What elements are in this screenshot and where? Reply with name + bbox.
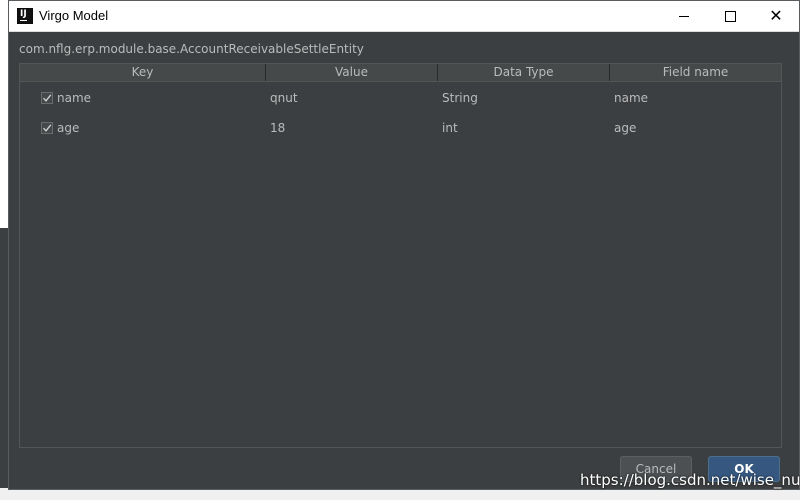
row-checkbox[interactable]: [41, 92, 53, 104]
column-header-field-name[interactable]: Field name: [610, 64, 781, 81]
table-row[interactable]: age 18 int age: [20, 113, 781, 143]
column-header-key[interactable]: Key: [20, 64, 266, 81]
intellij-app-icon: [17, 8, 33, 24]
minimize-button[interactable]: [661, 1, 707, 31]
minimize-icon: [679, 15, 689, 17]
class-path-label: com.nflg.erp.module.base.AccountReceivab…: [19, 42, 364, 56]
key-text: name: [57, 91, 92, 105]
data-type-cell[interactable]: int: [438, 121, 610, 135]
table-row[interactable]: name qnut String name: [20, 83, 781, 113]
dialog-window: Virgo Model ✕ com.nflg.erp.module.base.A…: [8, 0, 800, 490]
row-checkbox[interactable]: [41, 122, 53, 134]
field-name-cell[interactable]: age: [610, 121, 781, 135]
table-header: Key Value Data Type Field name: [20, 64, 781, 82]
checkmark-icon: [42, 94, 52, 102]
close-icon: ✕: [769, 6, 783, 25]
data-type-cell[interactable]: String: [438, 91, 610, 105]
key-text: age: [57, 121, 80, 135]
model-table: Key Value Data Type Field name name qnut…: [19, 63, 782, 448]
key-cell: age: [20, 121, 266, 135]
maximize-button[interactable]: [707, 1, 753, 31]
key-cell: name: [20, 91, 266, 105]
window-title: Virgo Model: [39, 8, 109, 23]
value-cell[interactable]: 18: [266, 121, 438, 135]
field-name-cell[interactable]: name: [610, 91, 781, 105]
column-header-data-type[interactable]: Data Type: [438, 64, 610, 81]
value-cell[interactable]: qnut: [266, 91, 438, 105]
checkmark-icon: [42, 124, 52, 132]
maximize-icon: [724, 10, 736, 22]
title-bar[interactable]: Virgo Model ✕: [9, 1, 799, 32]
column-header-value[interactable]: Value: [266, 64, 438, 81]
watermark-text: https://blog.csdn.net/wise_nut: [580, 471, 800, 489]
close-button[interactable]: ✕: [753, 1, 799, 31]
